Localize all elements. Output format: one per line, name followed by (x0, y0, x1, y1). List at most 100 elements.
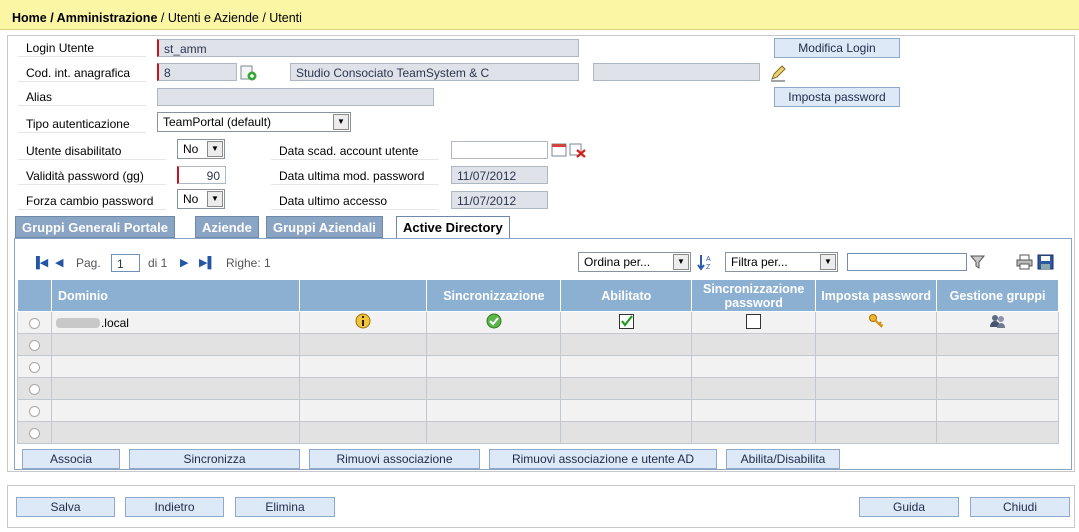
validity-label: Validità password (gg) (18, 166, 166, 185)
save-disk-icon[interactable] (1037, 254, 1054, 270)
rows-count: Righe: 1 (226, 256, 271, 270)
lastaccess-field: 11/07/2012 (451, 191, 548, 209)
remove-association-button[interactable]: Rimuovi associazione (309, 449, 480, 469)
expiry-field[interactable] (451, 141, 548, 159)
force-label: Forza cambio password (18, 191, 166, 210)
clear-date-icon[interactable] (569, 143, 587, 158)
cod-label: Cod. int. anagrafica (18, 63, 146, 82)
filter-select-value: Filtra per... (731, 255, 788, 269)
row-radio[interactable] (28, 383, 40, 395)
chevron-down-icon: ▼ (207, 141, 223, 157)
modify-login-button[interactable]: Modifica Login (774, 38, 900, 58)
breadcrumb-rest: / Utenti e Aziende / Utenti (157, 11, 302, 25)
sync-password-checkbox[interactable] (746, 313, 762, 332)
lastaccess-label: Data ultimo accesso (271, 191, 439, 210)
breadcrumb-home[interactable]: Home / Amministrazione (12, 11, 157, 25)
info-icon[interactable] (355, 313, 371, 332)
tab-gruppi-generali[interactable]: Gruppi Generali Portale (15, 216, 175, 238)
login-label: Login Utente (18, 38, 146, 57)
sort-select[interactable]: Ordina per... ▼ (578, 252, 691, 272)
chevron-down-icon: ▼ (207, 191, 223, 207)
company-field[interactable]: Studio Consociato TeamSystem & C (290, 63, 579, 81)
row-radio[interactable] (28, 427, 40, 439)
company-extra-field[interactable] (593, 63, 760, 81)
force-select-value: No (183, 192, 199, 206)
auth-select[interactable]: TeamPortal (default) ▼ (157, 112, 351, 132)
lastmod-field: 11/07/2012 (451, 166, 548, 184)
enabled-checkbox[interactable] (618, 313, 634, 332)
help-button[interactable]: Guida (859, 497, 959, 517)
calendar-icon[interactable] (551, 143, 567, 157)
sort-select-value: Ordina per... (584, 255, 651, 269)
sync-check-icon[interactable] (486, 313, 502, 332)
enabled-column-header[interactable]: Abilitato (560, 279, 693, 312)
back-button[interactable]: Indietro (125, 497, 224, 517)
domain-column-header[interactable]: Dominio (50, 279, 300, 312)
first-page-icon[interactable]: ▐◀ (32, 256, 48, 269)
row-radio[interactable] (28, 361, 40, 373)
save-button[interactable]: Salva (16, 497, 115, 517)
row-radio[interactable] (28, 317, 40, 329)
synchronize-button[interactable]: Sincronizza (129, 449, 300, 469)
validity-field[interactable]: 90 (177, 166, 226, 184)
close-button[interactable]: Chiudi (970, 497, 1070, 517)
associate-button[interactable]: Associa (22, 449, 120, 469)
group-users-icon[interactable] (989, 313, 1007, 332)
last-page-icon[interactable]: ▶▌ (199, 256, 215, 269)
table-row[interactable] (17, 399, 1059, 422)
set-password-button[interactable]: Imposta password (774, 87, 900, 107)
alias-field[interactable] (157, 88, 434, 106)
disabled-select[interactable]: No ▼ (177, 139, 225, 159)
row-radio[interactable] (28, 339, 40, 351)
tab-active-directory[interactable]: Active Directory (396, 216, 510, 239)
chevron-down-icon: ▼ (673, 254, 689, 270)
page-input[interactable]: 1 (111, 254, 140, 272)
lastmod-label: Data ultima mod. password (271, 166, 439, 185)
page-label: Pag. (76, 256, 101, 270)
table-row[interactable]: .local (17, 311, 1059, 334)
select-column-header (17, 279, 52, 312)
login-field[interactable]: st_amm (157, 39, 579, 57)
ad-table: Dominio Sincronizzazione Abilitato Sincr… (17, 279, 1059, 444)
sync-column-header[interactable]: Sincronizzazione (426, 279, 562, 312)
force-select[interactable]: No ▼ (177, 189, 225, 209)
remove-association-and-ad-user-button[interactable]: Rimuovi associazione e utente AD (489, 449, 717, 469)
next-page-icon[interactable]: ▶ (180, 256, 188, 269)
page-of: di 1 (148, 256, 168, 270)
breadcrumb: Home / Amministrazione / Utenti e Aziend… (0, 0, 1079, 30)
filter-input[interactable] (847, 253, 967, 271)
key-icon[interactable] (868, 313, 884, 332)
domain-cell: .local (100, 315, 129, 330)
info-column-header (298, 279, 428, 312)
tab-gruppi-aziendali[interactable]: Gruppi Aziendali (266, 216, 383, 238)
blurred-domain-mask (55, 318, 100, 329)
table-row[interactable] (17, 421, 1059, 444)
filter-funnel-icon[interactable] (969, 254, 988, 270)
group-management-column-header[interactable]: Gestione gruppi (936, 279, 1059, 312)
table-row[interactable] (17, 355, 1059, 378)
delete-button[interactable]: Elimina (235, 497, 335, 517)
sync-password-column-header[interactable]: Sincronizzazione password (691, 279, 817, 312)
tab-aziende[interactable]: Aziende (195, 216, 259, 238)
row-radio[interactable] (28, 405, 40, 417)
chevron-down-icon: ▼ (820, 254, 836, 270)
filter-select[interactable]: Filtra per... ▼ (725, 252, 838, 272)
svg-text:Z: Z (706, 264, 711, 271)
table-header-row: Dominio Sincronizzazione Abilitato Sincr… (17, 279, 1059, 312)
table-row[interactable] (17, 333, 1059, 356)
auth-label: Tipo autenticazione (18, 114, 146, 133)
svg-text:A: A (706, 256, 711, 263)
disabled-select-value: No (183, 142, 199, 156)
cod-field[interactable]: 8 (157, 63, 237, 81)
lookup-icon[interactable] (240, 64, 257, 81)
expiry-label: Data scad. account utente (271, 141, 439, 160)
print-icon[interactable] (1016, 254, 1033, 270)
set-password-column-header[interactable]: Imposta password (815, 279, 938, 312)
auth-select-value: TeamPortal (default) (163, 115, 272, 129)
table-row[interactable] (17, 377, 1059, 400)
enable-disable-button[interactable]: Abilita/Disabilita (726, 449, 840, 469)
alias-label: Alias (18, 87, 146, 106)
sort-order-icon[interactable]: AZ (696, 253, 714, 271)
prev-page-icon[interactable]: ◀ (55, 256, 63, 269)
edit-pencil-icon[interactable] (769, 64, 787, 82)
